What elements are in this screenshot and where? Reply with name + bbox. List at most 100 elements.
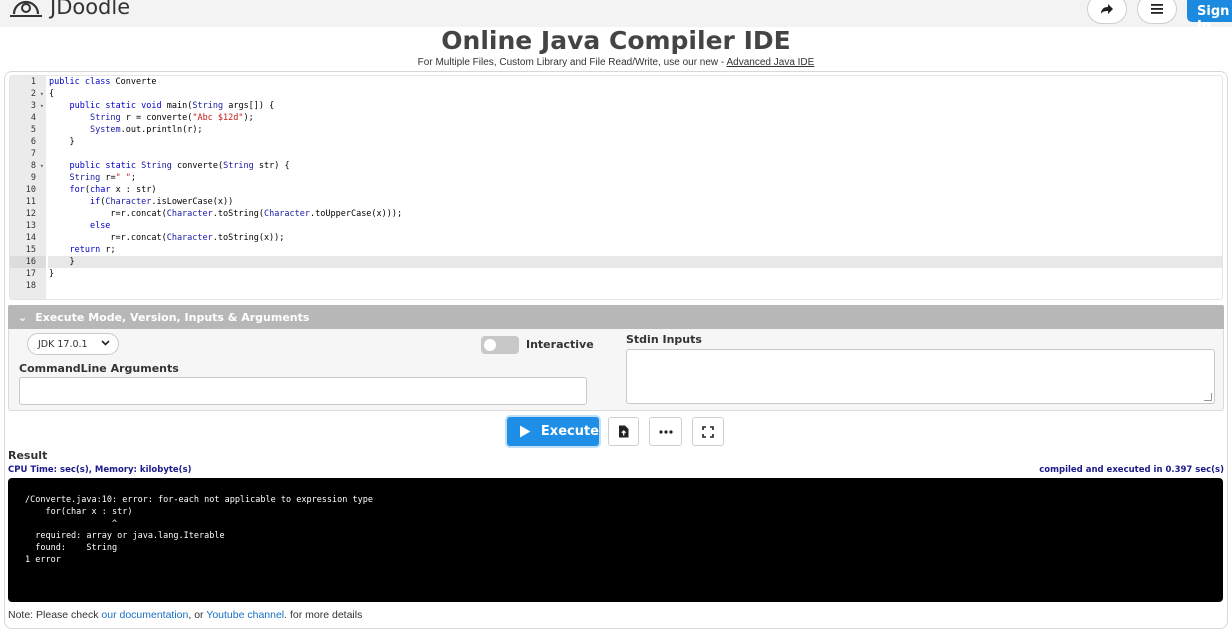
- line-number: 7: [10, 148, 46, 160]
- line-number-text: 4: [30, 113, 36, 123]
- line-number: 2 ▾: [10, 88, 46, 100]
- line-number: 3 ▾: [10, 100, 46, 112]
- sign-in-button[interactable]: Sign In: [1187, 0, 1232, 34]
- options-section-title: Execute Mode, Version, Inputs & Argument…: [35, 311, 310, 324]
- line-number: 1: [10, 76, 46, 88]
- output-line: for(char x : str): [25, 507, 133, 517]
- interactive-toggle[interactable]: [481, 336, 519, 354]
- code-line[interactable]: System.out.println(r);: [48, 124, 1222, 136]
- page-title: Online Java Compiler IDE: [441, 26, 791, 55]
- line-number-text: 3: [30, 101, 36, 111]
- code-line[interactable]: String r = converte("Abc $12d");: [48, 112, 1222, 124]
- line-number-text: 13: [25, 221, 36, 231]
- chevron-down-icon: ⌄: [18, 311, 28, 324]
- line-number-text: 2: [30, 89, 36, 99]
- code-line[interactable]: [48, 148, 1222, 160]
- documentation-link[interactable]: our documentation: [101, 609, 188, 621]
- line-number: 6: [10, 136, 46, 148]
- play-icon: [519, 425, 531, 438]
- execute-button[interactable]: Execute: [507, 417, 599, 446]
- note-middle: , or: [188, 609, 207, 621]
- advanced-ide-link[interactable]: Advanced Java IDE: [727, 57, 815, 68]
- line-number: 11: [10, 196, 46, 208]
- execute-label: Execute: [540, 424, 599, 439]
- line-number: 4: [10, 112, 46, 124]
- code-line[interactable]: if(Character.isLowerCase(x)): [48, 196, 1222, 208]
- line-number: 18: [10, 280, 46, 292]
- code-line[interactable]: public static void main(String args[]) {: [48, 100, 1222, 112]
- line-number: 14: [10, 232, 46, 244]
- line-number-text: 16: [25, 257, 36, 267]
- fold-arrow-icon[interactable]: ▾: [40, 88, 44, 100]
- line-number-text: 10: [25, 185, 36, 195]
- more-options-button[interactable]: [649, 417, 682, 446]
- line-number: 17: [10, 268, 46, 280]
- stdin-textarea[interactable]: [626, 349, 1215, 404]
- line-number: 13: [10, 220, 46, 232]
- line-number: 8 ▾: [10, 160, 46, 172]
- line-number: 9: [10, 172, 46, 184]
- resize-grip-icon[interactable]: [1204, 393, 1212, 401]
- file-upload-icon: [619, 425, 629, 438]
- line-number: 12: [10, 208, 46, 220]
- output-line: required: array or java.lang.Iterable: [25, 531, 225, 541]
- upload-file-button[interactable]: [608, 417, 639, 446]
- youtube-link[interactable]: Youtube channel: [206, 609, 284, 621]
- code-line[interactable]: return r;: [48, 244, 1222, 256]
- line-number-text: 12: [25, 209, 36, 219]
- code-line[interactable]: r=r.concat(Character.toString(Character.…: [48, 208, 1222, 220]
- code-line[interactable]: [48, 280, 1222, 292]
- stdin-label: Stdin Inputs: [626, 333, 702, 346]
- top-bar: JDoodle Sign In: [0, 0, 1232, 34]
- execution-time-info: compiled and executed in 0.397 sec(s): [1039, 465, 1224, 475]
- line-number-text: 5: [30, 125, 36, 135]
- note-suffix: . for more details: [284, 609, 363, 621]
- output-line: found: String: [25, 543, 118, 553]
- cmdline-input[interactable]: [19, 377, 587, 405]
- code-line[interactable]: String r=" ";: [48, 172, 1222, 184]
- line-number-text: 1: [30, 77, 36, 87]
- share-button[interactable]: [1087, 0, 1127, 24]
- code-line[interactable]: }: [48, 268, 1222, 280]
- code-line[interactable]: else: [48, 220, 1222, 232]
- line-number-text: 9: [30, 173, 36, 183]
- line-number-text: 17: [25, 269, 36, 279]
- page-subtitle: For Multiple Files, Custom Library and F…: [0, 57, 1232, 68]
- code-line[interactable]: r=r.concat(Character.toString(x));: [48, 232, 1222, 244]
- jdk-version-select[interactable]: JDK 17.0.1: [27, 333, 119, 355]
- line-number-gutter: 1 2 ▾ 3 ▾ 4 5 6 7 8 ▾ 9 10 11 12 13 14 15 16 17 18: [10, 76, 46, 299]
- line-number-text: 15: [25, 245, 36, 255]
- result-label: Result: [8, 449, 48, 462]
- toggle-knob: [484, 339, 496, 351]
- code-line[interactable]: for(char x : str): [48, 184, 1222, 196]
- line-number: 10: [10, 184, 46, 196]
- fold-arrow-icon[interactable]: ▾: [40, 160, 44, 172]
- logo-text: JDoodle: [50, 0, 131, 19]
- line-number-text: 11: [25, 197, 36, 207]
- output-line: ^: [25, 519, 118, 529]
- code-editor[interactable]: 1 2 ▾ 3 ▾ 4 5 6 7 8 ▾ 9 10 11 12 13 14 15 16 17 18 public cl…: [9, 75, 1223, 300]
- menu-button[interactable]: [1137, 0, 1177, 24]
- output-line: /Converte.java:10: error: for-each not a…: [25, 495, 373, 505]
- code-line[interactable]: }: [48, 256, 1222, 268]
- line-number-text: 6: [30, 137, 36, 147]
- jdk-selected-value: JDK 17.0.1: [38, 339, 88, 350]
- code-line[interactable]: }: [48, 136, 1222, 148]
- cpu-memory-info: CPU Time: sec(s), Memory: kilobyte(s): [8, 465, 192, 475]
- code-area[interactable]: public class Converte{ public static voi…: [48, 76, 1222, 292]
- code-line[interactable]: public static String converte(String str…: [48, 160, 1222, 172]
- output-line: 1 error: [25, 555, 61, 565]
- more-dots-icon: [658, 429, 673, 434]
- options-accordion-header[interactable]: ⌄ Execute Mode, Version, Inputs & Argumen…: [8, 305, 1224, 329]
- logo[interactable]: JDoodle: [8, 0, 130, 20]
- share-icon: [1101, 4, 1113, 14]
- fold-arrow-icon[interactable]: ▾: [40, 100, 44, 112]
- subtitle-text: For Multiple Files, Custom Library and F…: [417, 57, 727, 68]
- code-line[interactable]: {: [48, 88, 1222, 100]
- hamburger-icon: [1151, 4, 1163, 14]
- line-number-text: 18: [25, 281, 36, 291]
- code-line[interactable]: public class Converte: [48, 76, 1222, 88]
- fullscreen-button[interactable]: [692, 417, 724, 446]
- line-number-text: 14: [25, 233, 36, 243]
- line-number: 15: [10, 244, 46, 256]
